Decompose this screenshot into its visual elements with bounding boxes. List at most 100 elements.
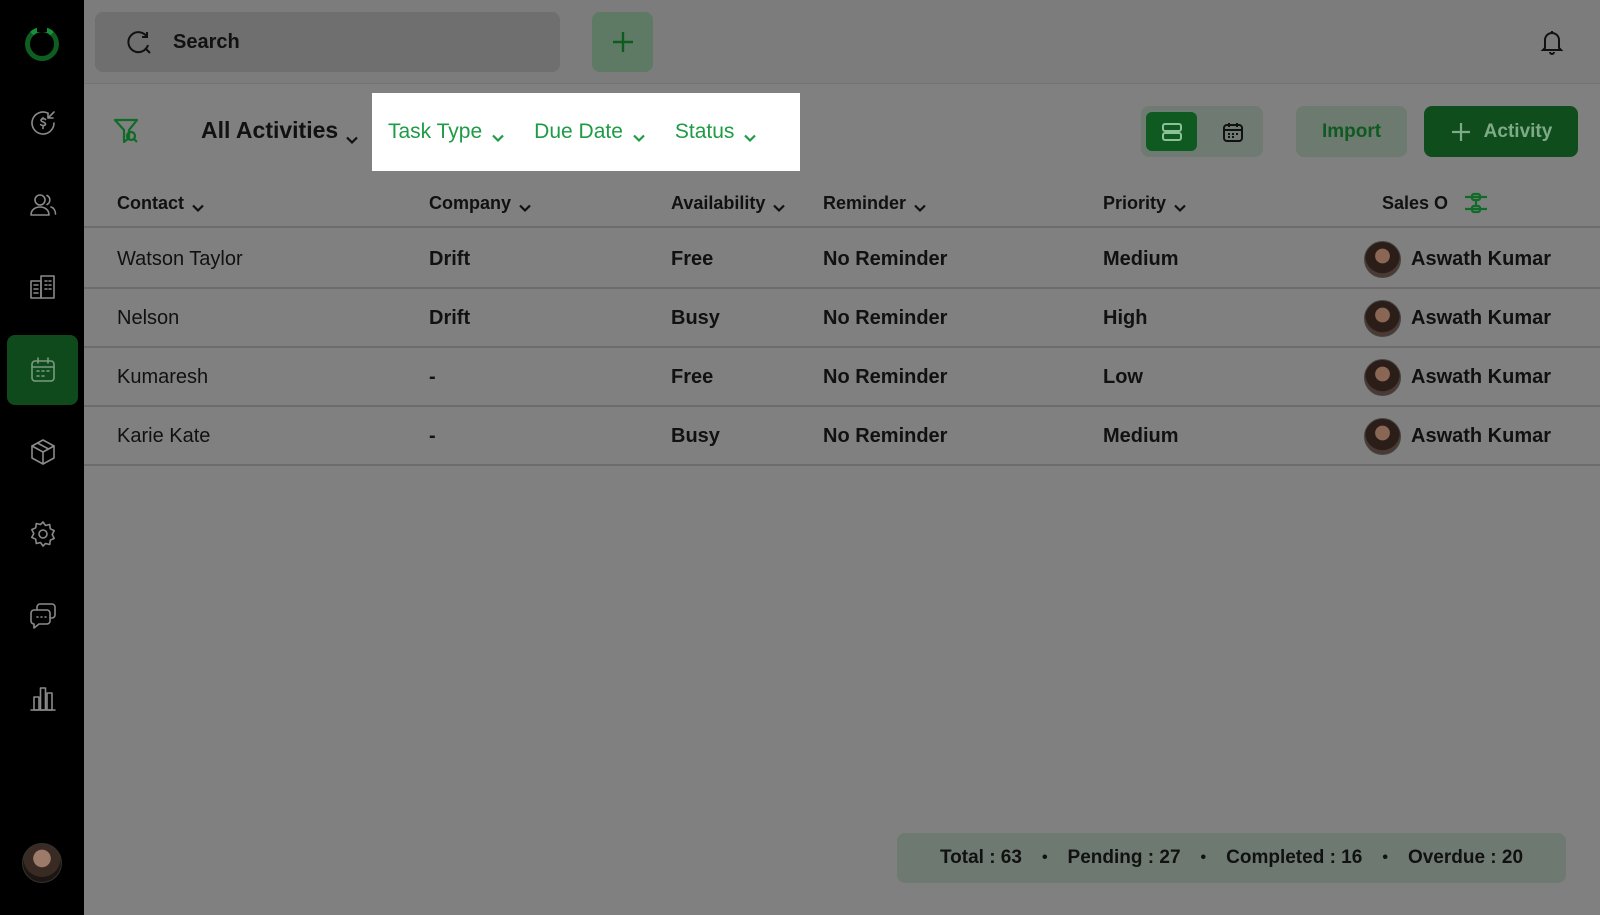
stat-separator: • — [1200, 849, 1207, 866]
cell-company: - — [429, 425, 436, 447]
column-header-sales-owner[interactable]: Sales O — [1382, 193, 1448, 214]
products-icon — [30, 439, 55, 465]
stat-pending: Pending : 27 — [1067, 847, 1181, 868]
filter-chips: Task Type Due Date Status — [372, 93, 800, 171]
cell-company: Drift — [429, 307, 471, 329]
filter-icon — [113, 118, 139, 144]
add-activity-button[interactable]: Activity — [1424, 106, 1578, 157]
cell-contact[interactable]: Nelson — [117, 307, 179, 330]
chevron-down-icon — [1174, 198, 1186, 212]
list-view-icon — [1161, 122, 1182, 141]
sidebar-item-chat[interactable] — [7, 581, 78, 651]
column-header-company[interactable]: Company — [429, 193, 531, 214]
settings-icon — [30, 521, 55, 547]
chevron-down-icon — [773, 198, 786, 212]
filter-button[interactable] — [112, 116, 140, 146]
sidebar-item-products[interactable] — [7, 417, 78, 487]
sidebar-item-companies[interactable] — [7, 252, 78, 322]
add-activity-label: Activity — [1483, 120, 1553, 142]
cell-reminder: No Reminder — [823, 366, 948, 388]
cell-owner: Aswath Kumar — [1364, 241, 1551, 278]
column-header-label: Company — [429, 193, 512, 213]
avatar — [1364, 300, 1401, 337]
owner-name: Aswath Kumar — [1411, 307, 1552, 329]
table-row[interactable]: Karie Kate - Busy No Reminder Medium Asw… — [84, 407, 1600, 466]
filter-status-label: Status — [674, 120, 735, 143]
bell-icon — [1540, 31, 1564, 55]
chevron-down-icon — [492, 126, 504, 143]
filter-task-type-label: Task Type — [388, 120, 483, 143]
user-avatar[interactable] — [22, 843, 62, 883]
filter-status[interactable]: Status — [675, 120, 757, 144]
deals-icon — [30, 111, 55, 135]
search-icon — [127, 31, 151, 54]
column-header-label: Contact — [117, 193, 184, 213]
avatar — [1364, 418, 1401, 455]
table-row[interactable]: Watson Taylor Drift Free No Reminder Med… — [84, 230, 1600, 289]
top-bar: Search — [84, 0, 1600, 84]
chat-icon — [29, 603, 56, 629]
sidebar-item-activities[interactable] — [7, 335, 78, 405]
cell-contact[interactable]: Karie Kate — [117, 425, 210, 448]
contacts-icon — [29, 194, 56, 216]
cell-availability: Free — [671, 366, 714, 388]
column-header-priority[interactable]: Priority — [1103, 193, 1186, 214]
table-row[interactable]: Nelson Drift Busy No Reminder High Aswat… — [84, 289, 1600, 348]
chevron-down-icon — [914, 198, 926, 212]
quick-add-button[interactable] — [592, 12, 653, 72]
cell-reminder: No Reminder — [823, 248, 948, 270]
import-button[interactable]: Import — [1296, 106, 1407, 157]
cell-availability: Busy — [671, 425, 720, 447]
stat-separator: • — [1041, 849, 1048, 866]
notifications-button[interactable] — [1538, 28, 1566, 56]
cell-contact[interactable]: Kumaresh — [117, 366, 208, 389]
chevron-down-icon — [633, 126, 645, 143]
reports-icon — [29, 687, 56, 711]
view-toggle — [1141, 106, 1263, 157]
cell-priority: Low — [1103, 366, 1143, 388]
column-header-label: Sales O — [1382, 193, 1449, 213]
view-selector[interactable]: All Activities — [201, 117, 358, 144]
cell-owner: Aswath Kumar — [1364, 300, 1551, 337]
sidebar — [0, 0, 84, 915]
calendar-view-button[interactable] — [1207, 112, 1258, 151]
filter-due-date[interactable]: Due Date — [534, 120, 645, 144]
activities-icon — [30, 357, 55, 382]
stat-separator: • — [1382, 849, 1388, 866]
filter-task-type[interactable]: Task Type — [388, 120, 504, 144]
owner-name: Aswath Kumar — [1411, 248, 1552, 270]
logo-icon[interactable] — [25, 26, 59, 61]
column-header-reminder[interactable]: Reminder — [823, 193, 926, 214]
cell-availability: Free — [671, 248, 714, 270]
view-selector-label: All Activities — [201, 117, 339, 143]
cell-availability: Busy — [671, 307, 720, 329]
column-settings-button[interactable] — [1462, 189, 1490, 217]
chevron-down-icon — [744, 126, 757, 143]
cell-company: - — [429, 366, 436, 388]
cell-owner: Aswath Kumar — [1364, 418, 1551, 455]
list-view-button[interactable] — [1146, 112, 1197, 151]
sidebar-item-reports[interactable] — [7, 663, 78, 733]
column-header-availability[interactable]: Availability — [671, 193, 786, 214]
cell-contact[interactable]: Watson Taylor — [117, 248, 243, 271]
companies-icon — [29, 275, 55, 299]
sidebar-item-settings[interactable] — [7, 499, 78, 569]
table-header: Contact Company Availability Reminder Pr… — [84, 178, 1600, 228]
avatar — [1364, 241, 1401, 278]
sidebar-item-contacts[interactable] — [7, 170, 78, 240]
cell-owner: Aswath Kumar — [1364, 359, 1551, 396]
search-placeholder: Search — [173, 30, 240, 53]
table-row[interactable]: Kumaresh - Free No Reminder Low Aswath K… — [84, 348, 1600, 407]
avatar — [1364, 359, 1401, 396]
plus-icon — [1451, 122, 1470, 141]
column-header-contact[interactable]: Contact — [117, 193, 204, 214]
search-input[interactable]: Search — [95, 12, 560, 72]
chevron-down-icon — [519, 198, 531, 212]
cell-priority: Medium — [1103, 425, 1179, 447]
sidebar-item-deals[interactable] — [7, 88, 78, 158]
calendar-icon — [1222, 122, 1243, 142]
column-settings-icon — [1465, 192, 1487, 214]
filter-due-date-label: Due Date — [534, 120, 623, 143]
column-header-label: Priority — [1103, 193, 1167, 213]
chevron-down-icon — [192, 198, 204, 212]
